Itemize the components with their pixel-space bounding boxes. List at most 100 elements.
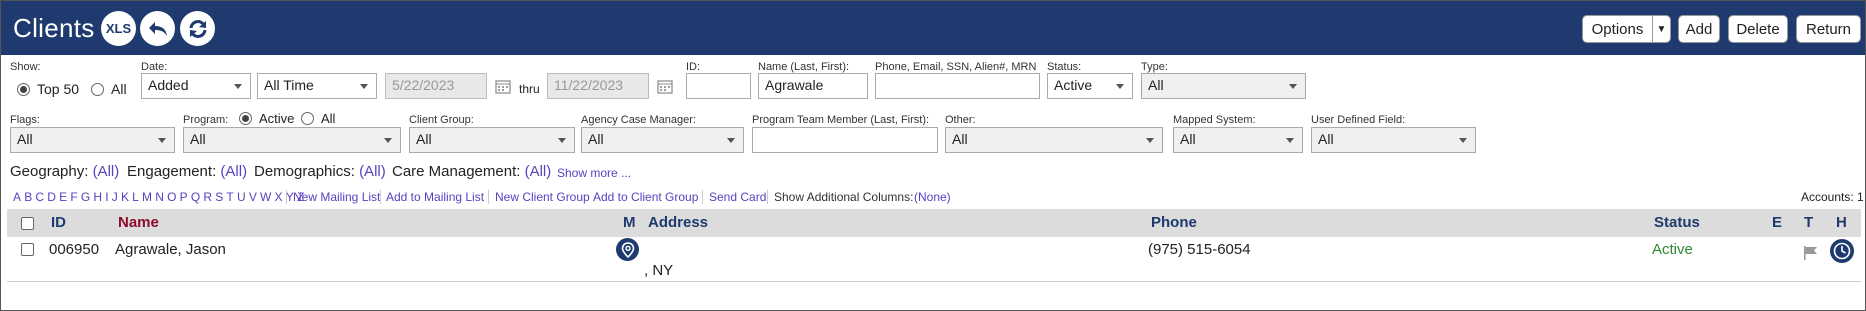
alpha-link-k[interactable]: K <box>121 190 129 204</box>
demographics-value[interactable]: (All) <box>359 163 386 180</box>
add-to-client-group-link[interactable]: Add to Client Group <box>593 190 698 204</box>
send-card-link[interactable]: Send Card <box>709 190 766 204</box>
map-pin-icon <box>621 241 634 258</box>
alpha-link-a[interactable]: A <box>13 190 21 204</box>
col-e-header: E <box>1772 214 1783 231</box>
program-all-radio[interactable] <box>301 112 314 125</box>
alpha-link-e[interactable]: E <box>59 190 67 204</box>
new-client-group-link[interactable]: New Client Group <box>495 190 590 204</box>
alpha-link-m[interactable]: M <box>142 190 152 204</box>
alpha-link-o[interactable]: O <box>167 190 176 204</box>
care-management-label: Care Management: <box>392 163 521 180</box>
mapped-system-label: Mapped System: <box>1173 114 1256 126</box>
col-t-header: T <box>1804 214 1814 231</box>
phone-email-input[interactable] <box>875 73 1040 99</box>
cell-id[interactable]: 006950 <box>49 241 99 258</box>
show-all-radio[interactable] <box>91 83 104 96</box>
name-input[interactable]: Agrawale <box>758 73 868 99</box>
options-button[interactable]: Options <box>1582 15 1653 43</box>
row-divider <box>7 281 1861 282</box>
add-to-mailing-list-link[interactable]: Add to Mailing List <box>386 190 484 204</box>
program-label: Program: <box>183 114 229 126</box>
alpha-link-t[interactable]: T <box>226 190 233 204</box>
delete-button[interactable]: Delete <box>1728 15 1788 43</box>
care-management-value[interactable]: (All) <box>525 163 552 180</box>
map-pin-button[interactable] <box>616 238 639 261</box>
alpha-link-c[interactable]: C <box>35 190 44 204</box>
geography-value[interactable]: (All) <box>93 163 120 180</box>
row-checkbox[interactable] <box>21 243 34 256</box>
select-all-checkbox[interactable] <box>21 217 34 230</box>
divider <box>767 190 768 204</box>
flag-icon[interactable] <box>1803 245 1819 260</box>
alpha-link-j[interactable]: J <box>112 190 118 204</box>
flags-select[interactable]: All <box>10 127 175 153</box>
refresh-button[interactable] <box>180 11 215 46</box>
additional-columns-value-link[interactable]: (None) <box>914 190 951 204</box>
alpha-link-b[interactable]: B <box>24 190 32 204</box>
engagement-value[interactable]: (All) <box>220 163 247 180</box>
program-all-label: All <box>321 111 336 126</box>
date-from-input[interactable]: 5/22/2023 <box>385 73 487 99</box>
demographics-filter[interactable]: Demographics: (All) <box>254 163 386 180</box>
status-select[interactable]: Active <box>1047 73 1133 99</box>
program-team-member-label: Program Team Member (Last, First): <box>752 114 930 126</box>
date-field-select[interactable]: Added <box>141 73 251 99</box>
alpha-link-q[interactable]: Q <box>191 190 200 204</box>
divider <box>488 190 489 204</box>
new-mailing-list-link[interactable]: New Mailing List <box>293 190 380 204</box>
show-top50-radio[interactable] <box>17 83 30 96</box>
alpha-link-n[interactable]: N <box>155 190 164 204</box>
alpha-link-d[interactable]: D <box>47 190 56 204</box>
calendar-icon[interactable] <box>657 79 673 94</box>
alpha-link-g[interactable]: G <box>81 190 90 204</box>
alpha-link-u[interactable]: U <box>237 190 246 204</box>
date-to-input[interactable]: 11/22/2023 <box>547 73 649 99</box>
alpha-link-p[interactable]: P <box>180 190 188 204</box>
alpha-link-i[interactable]: I <box>105 190 108 204</box>
alpha-link-f[interactable]: F <box>70 190 77 204</box>
phone-email-label: Phone, Email, SSN, Alien#, MRN <box>875 61 1037 73</box>
alpha-link-s[interactable]: S <box>215 190 223 204</box>
table-header <box>7 209 1861 237</box>
refresh-icon <box>189 19 206 38</box>
col-id-header[interactable]: ID <box>51 214 66 231</box>
export-xls-button[interactable]: XLS <box>101 11 136 46</box>
col-address-header[interactable]: Address <box>648 214 708 231</box>
program-team-member-input[interactable] <box>752 127 938 153</box>
mapped-system-select[interactable]: All <box>1173 127 1303 153</box>
cell-name[interactable]: Agrawale, Jason <box>115 241 226 258</box>
alpha-link-x[interactable]: X <box>275 190 283 204</box>
agency-case-manager-select[interactable]: All <box>581 127 744 153</box>
id-input[interactable] <box>686 73 751 99</box>
undo-button[interactable] <box>140 11 175 46</box>
return-button[interactable]: Return <box>1796 15 1861 43</box>
program-select[interactable]: All <box>183 127 401 153</box>
add-button[interactable]: Add <box>1678 15 1720 43</box>
client-group-label: Client Group: <box>409 114 474 126</box>
date-range-select[interactable]: All Time <box>257 73 377 99</box>
history-button[interactable] <box>1830 239 1854 263</box>
alpha-link-v[interactable]: V <box>249 190 257 204</box>
calendar-icon[interactable] <box>495 79 511 94</box>
engagement-filter[interactable]: Engagement: (All) <box>127 163 247 180</box>
alpha-link-l[interactable]: L <box>132 190 139 204</box>
program-active-radio[interactable] <box>239 112 252 125</box>
name-label: Name (Last, First): <box>758 61 850 73</box>
client-group-select[interactable]: All <box>409 127 575 153</box>
alpha-link-w[interactable]: W <box>260 190 271 204</box>
show-more-link[interactable]: Show more ... <box>557 166 631 180</box>
divider <box>286 190 287 204</box>
divider <box>702 190 703 204</box>
col-phone-header[interactable]: Phone <box>1151 214 1197 231</box>
options-dropdown-button[interactable]: ▼ <box>1652 15 1671 43</box>
geography-filter[interactable]: Geography: (All) <box>10 163 119 180</box>
other-select[interactable]: All <box>945 127 1163 153</box>
user-defined-field-select[interactable]: All <box>1311 127 1476 153</box>
alpha-link-h[interactable]: H <box>93 190 102 204</box>
col-name-header[interactable]: Name <box>118 214 159 231</box>
type-select[interactable]: All <box>1141 73 1306 99</box>
col-status-header[interactable]: Status <box>1654 214 1700 231</box>
alpha-link-r[interactable]: R <box>203 190 212 204</box>
care-management-filter[interactable]: Care Management: (All) <box>392 163 551 180</box>
